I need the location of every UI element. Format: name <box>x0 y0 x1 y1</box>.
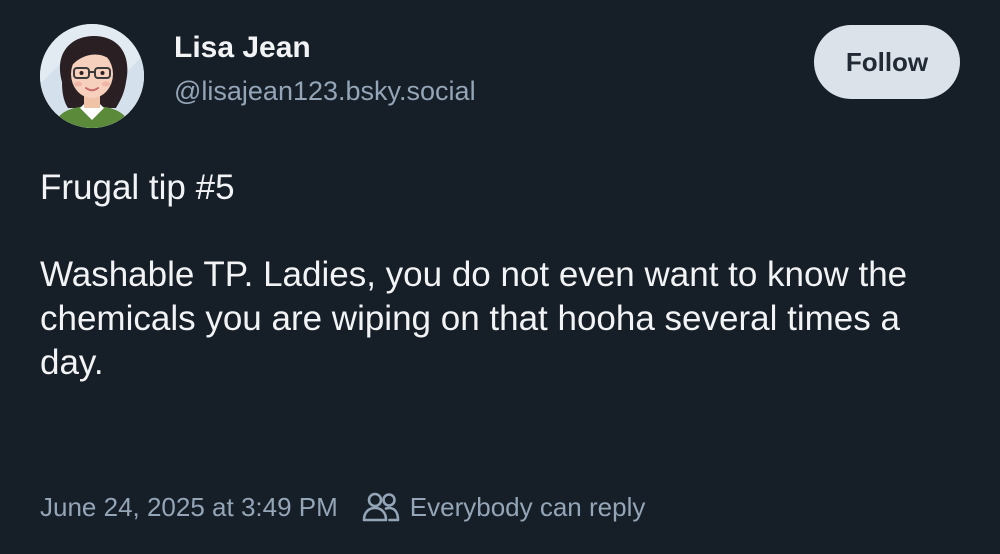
avatar[interactable] <box>40 24 144 128</box>
author-name[interactable]: Lisa Jean <box>174 30 311 66</box>
post-meta: June 24, 2025 at 3:49 PM Everybody can r… <box>40 487 645 527</box>
post-text: Frugal tip #5 Washable TP. Ladies, you d… <box>40 166 960 385</box>
people-icon <box>362 492 400 522</box>
author-handle[interactable]: @lisajean123.bsky.social <box>174 74 476 108</box>
post-timestamp[interactable]: June 24, 2025 at 3:49 PM <box>40 492 338 523</box>
post-paragraph: Frugal tip #5 <box>40 168 235 207</box>
follow-button[interactable]: Follow <box>814 25 960 99</box>
post-paragraph: Washable TP. Ladies, you do not even wan… <box>40 255 908 382</box>
reply-setting[interactable]: Everybody can reply <box>362 491 646 523</box>
post-card: Lisa Jean @lisajean123.bsky.social Follo… <box>0 0 1000 554</box>
reply-setting-label: Everybody can reply <box>409 491 646 522</box>
cartoon-woman-avatar-icon <box>40 24 144 128</box>
